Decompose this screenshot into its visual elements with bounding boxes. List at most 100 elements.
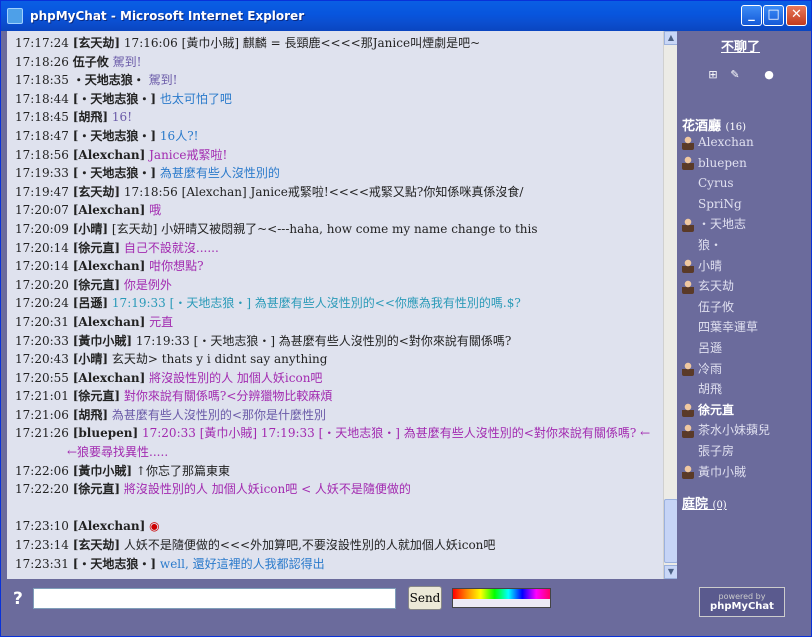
user-item[interactable]: 黃巾小賊 xyxy=(682,463,746,481)
exit-link[interactable]: 不聊了 xyxy=(721,36,760,55)
message-author[interactable]: [Alexchan] xyxy=(73,315,146,329)
help-icon[interactable]: ? xyxy=(13,589,23,609)
message-author[interactable]: [Alexchan] xyxy=(73,203,146,217)
phpmychat-logo[interactable]: powered by phpMyChat xyxy=(699,587,785,617)
message-author[interactable]: [bluepen] xyxy=(73,426,138,440)
message-list: 17:17:24 [玄天劫] 17:16:06 [黃巾小賊] 麒麟 = 長頸鹿<… xyxy=(15,34,655,573)
message-author[interactable]: ・天地志狼・ xyxy=(73,73,145,87)
user-item[interactable]: 徐元直 xyxy=(682,401,734,419)
user-item[interactable]: 四葉幸運草 xyxy=(682,318,758,336)
user-item[interactable]: 胡飛 xyxy=(682,380,722,398)
user-item[interactable]: 玄天劫 xyxy=(682,277,734,295)
message-time: 17:17:24 xyxy=(15,36,69,50)
message-author[interactable]: [・天地志狼・] xyxy=(73,129,156,143)
user-item[interactable]: 茶水小妹蘋兒 xyxy=(682,421,770,439)
message-author[interactable]: [胡飛] xyxy=(73,408,108,422)
message-author[interactable]: [玄天劫] xyxy=(73,36,120,50)
message-row: 17:18:35 ・天地志狼・ 駕到! xyxy=(15,71,655,90)
message-row: 17:23:31 [・天地志狼・] well, 還好這裡的人我都認得出 xyxy=(15,555,655,574)
user-name: 狼・ xyxy=(698,238,723,252)
message-text: ←狼要尋找異性..... xyxy=(67,445,169,460)
message-author[interactable]: 伍子攸 xyxy=(73,55,109,69)
title-bar[interactable]: phpMyChat - Microsoft Internet Explorer … xyxy=(1,1,811,31)
message-input[interactable] xyxy=(33,588,396,609)
message-text: 17:19:33 [・天地志狼・] 為甚麼有些人沒性別的<對你來說有關係嗎? xyxy=(135,333,512,348)
user-name: 黃巾小賊 xyxy=(698,464,747,479)
message-author[interactable]: [玄天劫] xyxy=(73,185,120,199)
message-row: ←狼要尋找異性..... xyxy=(15,443,655,462)
message-author[interactable]: [Alexchan] xyxy=(73,371,146,385)
user-item[interactable]: 狼・ xyxy=(682,236,722,254)
message-scrollbar[interactable]: ▲ ▼ xyxy=(663,31,678,579)
message-row: 17:20:14 [徐元直] 自己不設就沒...... xyxy=(15,239,655,258)
user-item[interactable]: 冷雨 xyxy=(682,360,722,378)
room-header-courtyard[interactable]: 庭院 (0) xyxy=(682,493,727,512)
message-author[interactable]: [黃巾小賊] xyxy=(73,334,132,348)
message-author[interactable]: [徐元直] xyxy=(73,482,120,496)
message-author[interactable]: [Alexchan] xyxy=(73,148,146,162)
user-item[interactable]: 呂遜 xyxy=(682,339,722,357)
send-button[interactable]: Send xyxy=(408,586,442,610)
ie-icon xyxy=(7,8,23,24)
close-button[interactable]: ✕ xyxy=(786,5,807,26)
user-item[interactable]: ・天地志 xyxy=(682,215,746,233)
message-author[interactable]: [玄天劫] xyxy=(73,538,120,552)
scroll-thumb[interactable] xyxy=(664,499,678,563)
browser-window: phpMyChat - Microsoft Internet Explorer … xyxy=(0,0,812,637)
scroll-up-icon[interactable]: ▲ xyxy=(664,31,678,45)
user-name: SpriNg xyxy=(698,196,742,211)
user-item[interactable]: 小晴 xyxy=(682,257,722,275)
message-time: 17:21:01 xyxy=(15,389,69,404)
message-time: 17:20:55 xyxy=(15,370,69,385)
message-row: 17:21:26 [bluepen] 17:20:33 [黃巾小賊] 17:19… xyxy=(15,424,655,443)
girl-icon xyxy=(682,259,694,274)
tools-icon[interactable]: ✎ xyxy=(729,69,741,81)
message-author[interactable]: [Alexchan] xyxy=(73,519,146,533)
message-text: [玄天劫] 小妍晴又被悶親了~<---haha, how come my nam… xyxy=(111,221,538,236)
user-item[interactable]: Cyrus xyxy=(682,174,734,192)
message-author[interactable]: [・天地志狼・] xyxy=(73,92,156,106)
message-time: 17:20:24 xyxy=(15,296,69,311)
message-text: ↑你忘了那篇東東 xyxy=(135,463,230,478)
message-text: 17:20:33 [黃巾小賊] 17:19:33 [・天地志狼・] 為甚麼有些人… xyxy=(141,426,651,441)
message-time: 17:19:33 xyxy=(15,166,69,181)
message-author[interactable]: [胡飛] xyxy=(73,110,108,124)
message-text: 17:16:06 [黃巾小賊] 麒麟 = 長頸鹿<<<<那Janice叫煙劇是吧… xyxy=(123,36,481,50)
message-text: 駕到! xyxy=(148,73,178,88)
user-name: ・天地志 xyxy=(698,217,747,232)
message-row: 17:19:47 [玄天劫] 17:18:56 [Alexchan] Janic… xyxy=(15,183,655,202)
message-time: 17:21:26 xyxy=(15,426,69,441)
message-author[interactable]: [黃巾小賊] xyxy=(73,464,132,478)
message-author[interactable]: [小晴] xyxy=(73,222,108,236)
message-text: 將沒設性別的人 加個人妖icon吧 xyxy=(149,370,323,385)
user-icon xyxy=(682,279,694,294)
user-item[interactable]: SpriNg xyxy=(682,195,742,213)
message-text: well, 還好這裡的人我都認得出 xyxy=(159,556,325,571)
room-header-main[interactable]: 花酒廳 (16) xyxy=(682,115,746,134)
message-text: 也太可怕了吧 xyxy=(159,91,232,106)
message-row: 17:20:55 [Alexchan] 將沒設性別的人 加個人妖icon吧 xyxy=(15,369,655,388)
minimize-button[interactable]: _ xyxy=(741,5,762,26)
user-icon xyxy=(682,362,694,377)
scroll-down-icon[interactable]: ▼ xyxy=(664,565,678,579)
message-row: 17:18:45 [胡飛] 16! xyxy=(15,108,655,127)
message-author[interactable]: [徐元直] xyxy=(73,389,120,403)
user-item[interactable]: 張子房 xyxy=(682,442,734,460)
message-author[interactable]: [徐元直] xyxy=(73,278,120,292)
room-name: 花酒廳 xyxy=(682,119,722,134)
message-author[interactable]: [徐元直] xyxy=(73,241,120,255)
user-name: 玄天劫 xyxy=(698,279,735,294)
message-author[interactable]: [小晴] xyxy=(73,352,108,366)
color-picker[interactable] xyxy=(452,588,551,608)
message-author[interactable]: [呂遜] xyxy=(73,296,108,310)
message-author[interactable]: [・天地志狼・] xyxy=(73,166,156,180)
status-dot-icon[interactable]: ● xyxy=(763,69,775,81)
maximize-button[interactable]: □ xyxy=(763,5,784,26)
message-author[interactable]: [Alexchan] xyxy=(73,259,146,273)
user-item[interactable]: 伍子攸 xyxy=(682,298,734,316)
user-item[interactable]: bluepen xyxy=(682,154,747,172)
expand-icon[interactable]: ⊞ xyxy=(707,69,719,81)
user-item[interactable]: Alexchan xyxy=(682,133,754,151)
message-text: 為甚麼有些人沒性別的<那你是什麼性別 xyxy=(111,407,326,422)
message-author[interactable]: [・天地志狼・] xyxy=(73,557,156,571)
